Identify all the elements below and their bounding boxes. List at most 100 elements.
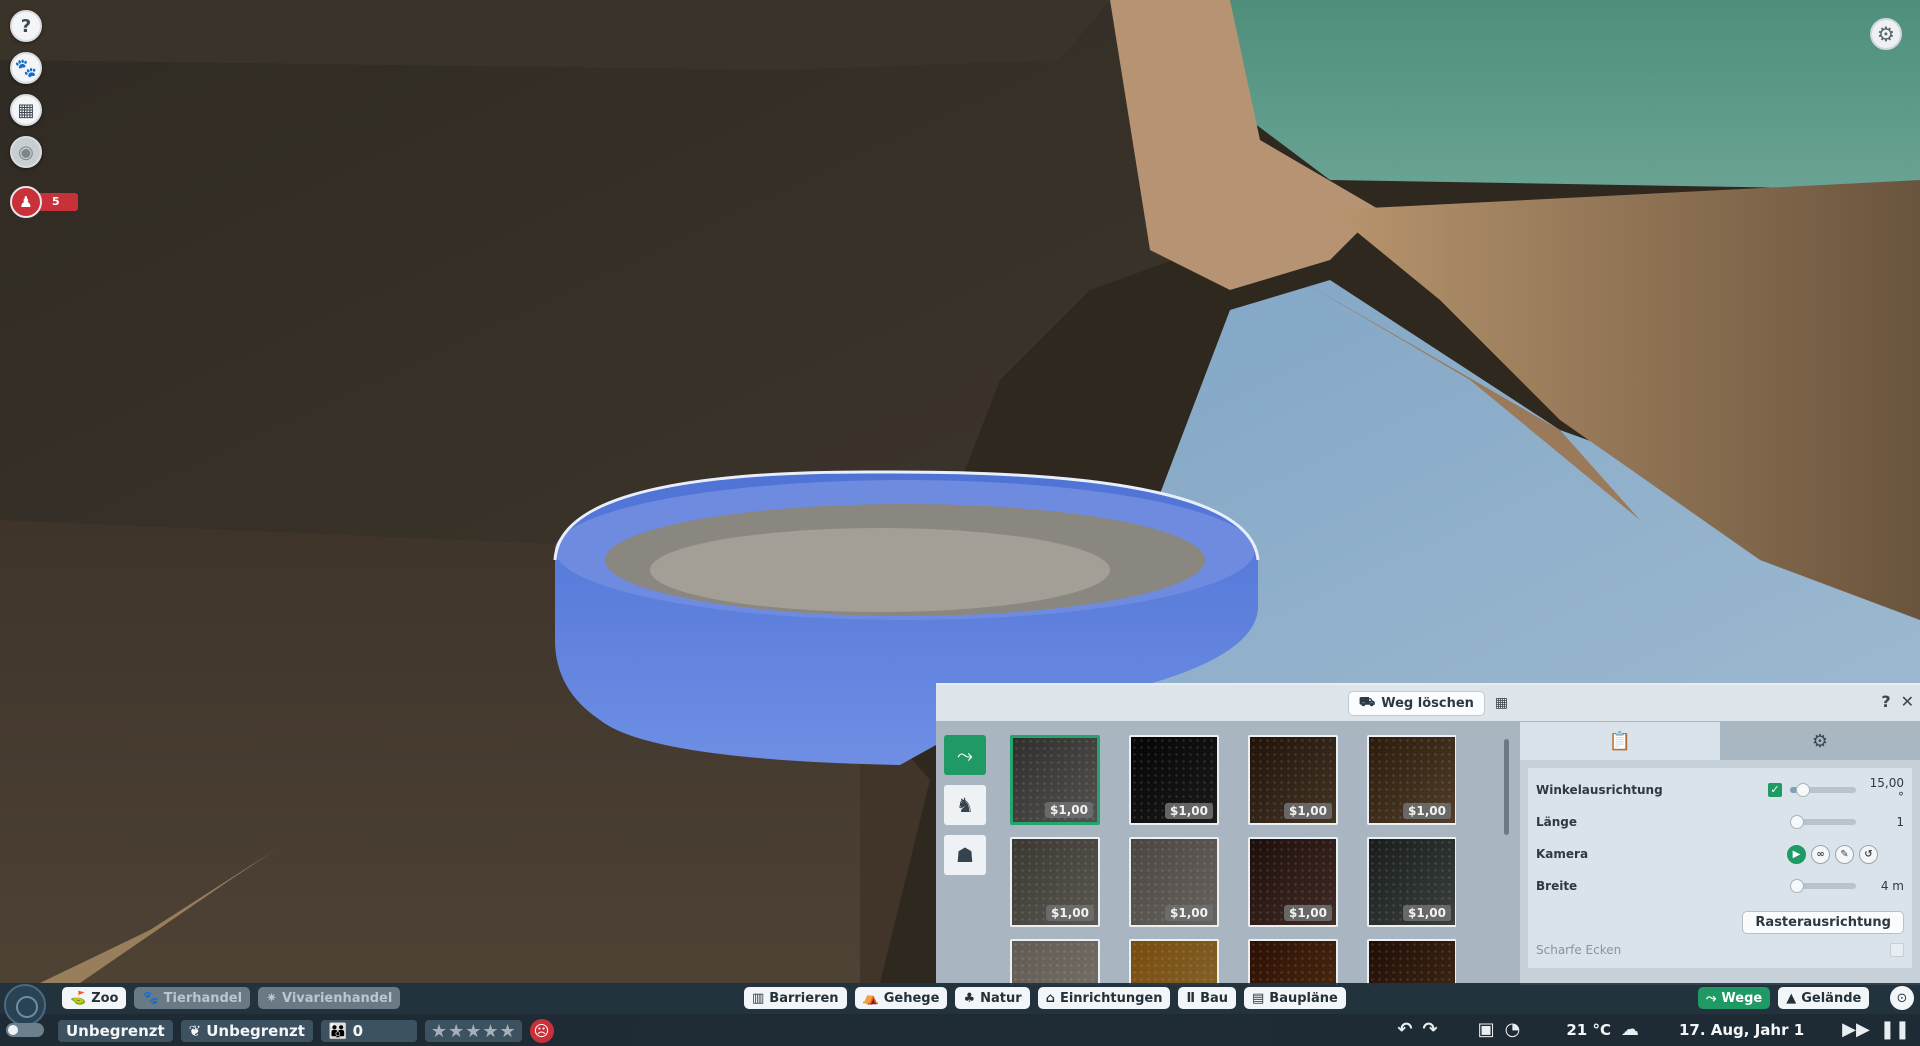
leaf-icon: ❦ [188, 1022, 202, 1040]
tile-texture [1250, 941, 1336, 985]
grid-scrollbar[interactable] [1504, 739, 1509, 835]
guests-value: 0 [352, 1022, 364, 1040]
help-icon[interactable]: ? [10, 10, 42, 42]
delete-path-label: Weg löschen [1381, 695, 1474, 711]
tile-price: $1,00 [1284, 803, 1332, 819]
settings-tab-icon[interactable]: ⚙ [1720, 722, 1920, 760]
research-display[interactable]: ❦ Unbegrenzt [180, 1020, 313, 1042]
lizard-icon: ✷ [266, 990, 277, 1006]
play-speed-icon[interactable]: ▶▶ [1842, 1019, 1870, 1040]
tab-vivarium-trade[interactable]: ✷ Vivarienhandel [258, 987, 401, 1009]
redo-icon[interactable]: ↷ [1423, 1019, 1438, 1040]
paw-icon: 🐾 [142, 990, 159, 1006]
path-style-tile[interactable]: $1,00 [1367, 735, 1456, 825]
tab-zoo[interactable]: ⛳ Zoo [62, 987, 127, 1009]
angle-value: 15,00 ° [1869, 776, 1904, 804]
star-icon: ★ [482, 1020, 499, 1042]
path-style-tile[interactable]: $1,00 [1248, 837, 1338, 927]
path-style-tile[interactable] [1367, 939, 1456, 985]
camera-mode-icon[interactable]: ⊙ [1890, 986, 1914, 1010]
camera-row: Kamera ▶ ∞ ✎ ↺ [1536, 838, 1904, 870]
research-value: Unbegrenzt [206, 1022, 305, 1040]
camera-paint-icon[interactable]: ✎ [1835, 844, 1854, 864]
panel-help-icon[interactable]: ? [1881, 692, 1890, 711]
path-style-tile[interactable]: $1,00 [1129, 735, 1219, 825]
habitat-icon: ⛺ [862, 990, 879, 1006]
tab-nature-label: Natur [980, 990, 1022, 1006]
unhappy-face-icon[interactable]: ☹ [529, 1019, 554, 1043]
money-value: Unbegrenzt [66, 1022, 165, 1040]
delete-path-button[interactable]: ⛟ Weg löschen [1347, 690, 1485, 716]
zoo-rating-stars[interactable]: ★ ★ ★ ★ ★ [424, 1020, 522, 1042]
camera-follow-icon[interactable]: ▶ [1787, 844, 1806, 864]
tab-construction[interactable]: Ⅱ Bau [1178, 987, 1236, 1009]
panel-close-icon[interactable]: ✕ [1901, 692, 1914, 711]
status-bar: Unbegrenzt ❦ Unbegrenzt 👪 0 ★ ★ ★ ★ ★ ☹ ↶ ↷ ▣ … [0, 1014, 1920, 1046]
tab-animal-trade[interactable]: 🐾 Tierhandel [134, 987, 251, 1009]
time-of-day-icon[interactable]: ◔ [1505, 1019, 1521, 1040]
tab-animal-trade-label: Tierhandel [163, 990, 243, 1006]
tab-blueprints-label: Baupläne [1269, 990, 1338, 1006]
left-hud: ? 🐾 ▦ ◉ ♟ 5 [10, 10, 78, 218]
person-alert-icon[interactable]: ♟ [10, 186, 42, 218]
path-style-tile[interactable] [1248, 939, 1338, 985]
length-slider[interactable] [1790, 815, 1856, 829]
path-style-tile[interactable]: $1,00 [1248, 735, 1338, 825]
path-style-tile[interactable] [1129, 939, 1219, 985]
tab-barriers[interactable]: ▥ Barrieren [744, 987, 847, 1009]
staff-path-category-tab[interactable]: ☗ [944, 835, 986, 875]
angle-snap-checkbox[interactable]: ✓ [1768, 783, 1782, 797]
guests-icon: 👪 [328, 1022, 348, 1040]
paw-icon[interactable]: 🐾 [10, 52, 42, 84]
pause-icon[interactable]: ❚❚ [1880, 1019, 1910, 1040]
calendar-icon[interactable]: ▦ [10, 94, 42, 126]
weather-cloud-icon: ☁ [1620, 1019, 1639, 1040]
width-row: Breite 4 m [1536, 870, 1904, 902]
path-style-tile[interactable]: $1,00 [1367, 837, 1456, 927]
angle-label: Winkelausrichtung [1536, 783, 1663, 797]
guests-display[interactable]: 👪 0 [320, 1020, 417, 1042]
bulldozer-icon: ⛟ [1358, 694, 1376, 710]
tab-habitats[interactable]: ⛺ Gehege [854, 987, 948, 1009]
width-slider[interactable] [1790, 879, 1856, 893]
tab-blueprints[interactable]: ▤ Baupläne [1244, 987, 1346, 1009]
angle-slider[interactable] [1790, 783, 1856, 797]
path-style-tile[interactable]: $1,00 [1010, 735, 1100, 825]
path-style-tile[interactable] [1010, 939, 1100, 985]
zoo-sign-icon: ⛳ [70, 990, 87, 1006]
clipboard-tab-icon[interactable]: 📋 [1520, 722, 1720, 760]
undo-icon[interactable]: ↶ [1397, 1019, 1412, 1040]
tab-nature[interactable]: ♣ Natur [955, 987, 1030, 1009]
tile-texture [1012, 941, 1098, 985]
grid-align-row: Rasterausrichtung [1536, 902, 1904, 934]
tab-facilities[interactable]: ⌂ Einrichtungen [1037, 987, 1171, 1009]
sharp-corners-checkbox[interactable] [1890, 943, 1904, 957]
grid-view-icon[interactable]: ▦ [1495, 695, 1508, 711]
tab-barriers-label: Barrieren [769, 990, 839, 1006]
panel-header: ⛟ Weg löschen ▦ ? ✕ [936, 685, 1920, 721]
settings-gear-icon[interactable]: ⚙ [1870, 18, 1902, 50]
camera-curve-icon[interactable]: ↺ [1859, 844, 1878, 864]
tile-price: $1,00 [1403, 803, 1451, 819]
path-category-tab[interactable]: ⤳ [944, 735, 986, 775]
staff-alert[interactable]: ♟ 5 [10, 186, 78, 218]
tab-terrain[interactable]: ▲ Gelände [1778, 987, 1870, 1009]
camera-link-icon[interactable]: ∞ [1811, 844, 1830, 864]
tile-texture [1369, 941, 1455, 985]
animal-path-category-tab[interactable]: ♞ [944, 785, 986, 825]
money-display[interactable]: Unbegrenzt [58, 1020, 173, 1042]
angle-row: Winkelausrichtung ✓ 15,00 ° [1536, 774, 1904, 806]
path-icon: ⤳ [1706, 990, 1717, 1006]
star-icon: ★ [448, 1020, 465, 1042]
eye-icon[interactable]: ◉ [10, 136, 42, 168]
path-style-tile[interactable]: $1,00 [1010, 837, 1100, 927]
menu-orb-button[interactable] [4, 984, 46, 1026]
tab-paths[interactable]: ⤳ Wege [1698, 987, 1771, 1009]
tab-zoo-label: Zoo [91, 990, 119, 1006]
screenshot-icon[interactable]: ▣ [1478, 1019, 1495, 1040]
tab-vivarium-trade-label: Vivarienhandel [282, 990, 393, 1006]
path-style-tile[interactable]: $1,00 [1129, 837, 1219, 927]
tab-habitats-label: Gehege [883, 990, 940, 1006]
grid-align-button[interactable]: Rasterausrichtung [1742, 911, 1904, 934]
hud-toggle-switch[interactable] [6, 1023, 44, 1037]
